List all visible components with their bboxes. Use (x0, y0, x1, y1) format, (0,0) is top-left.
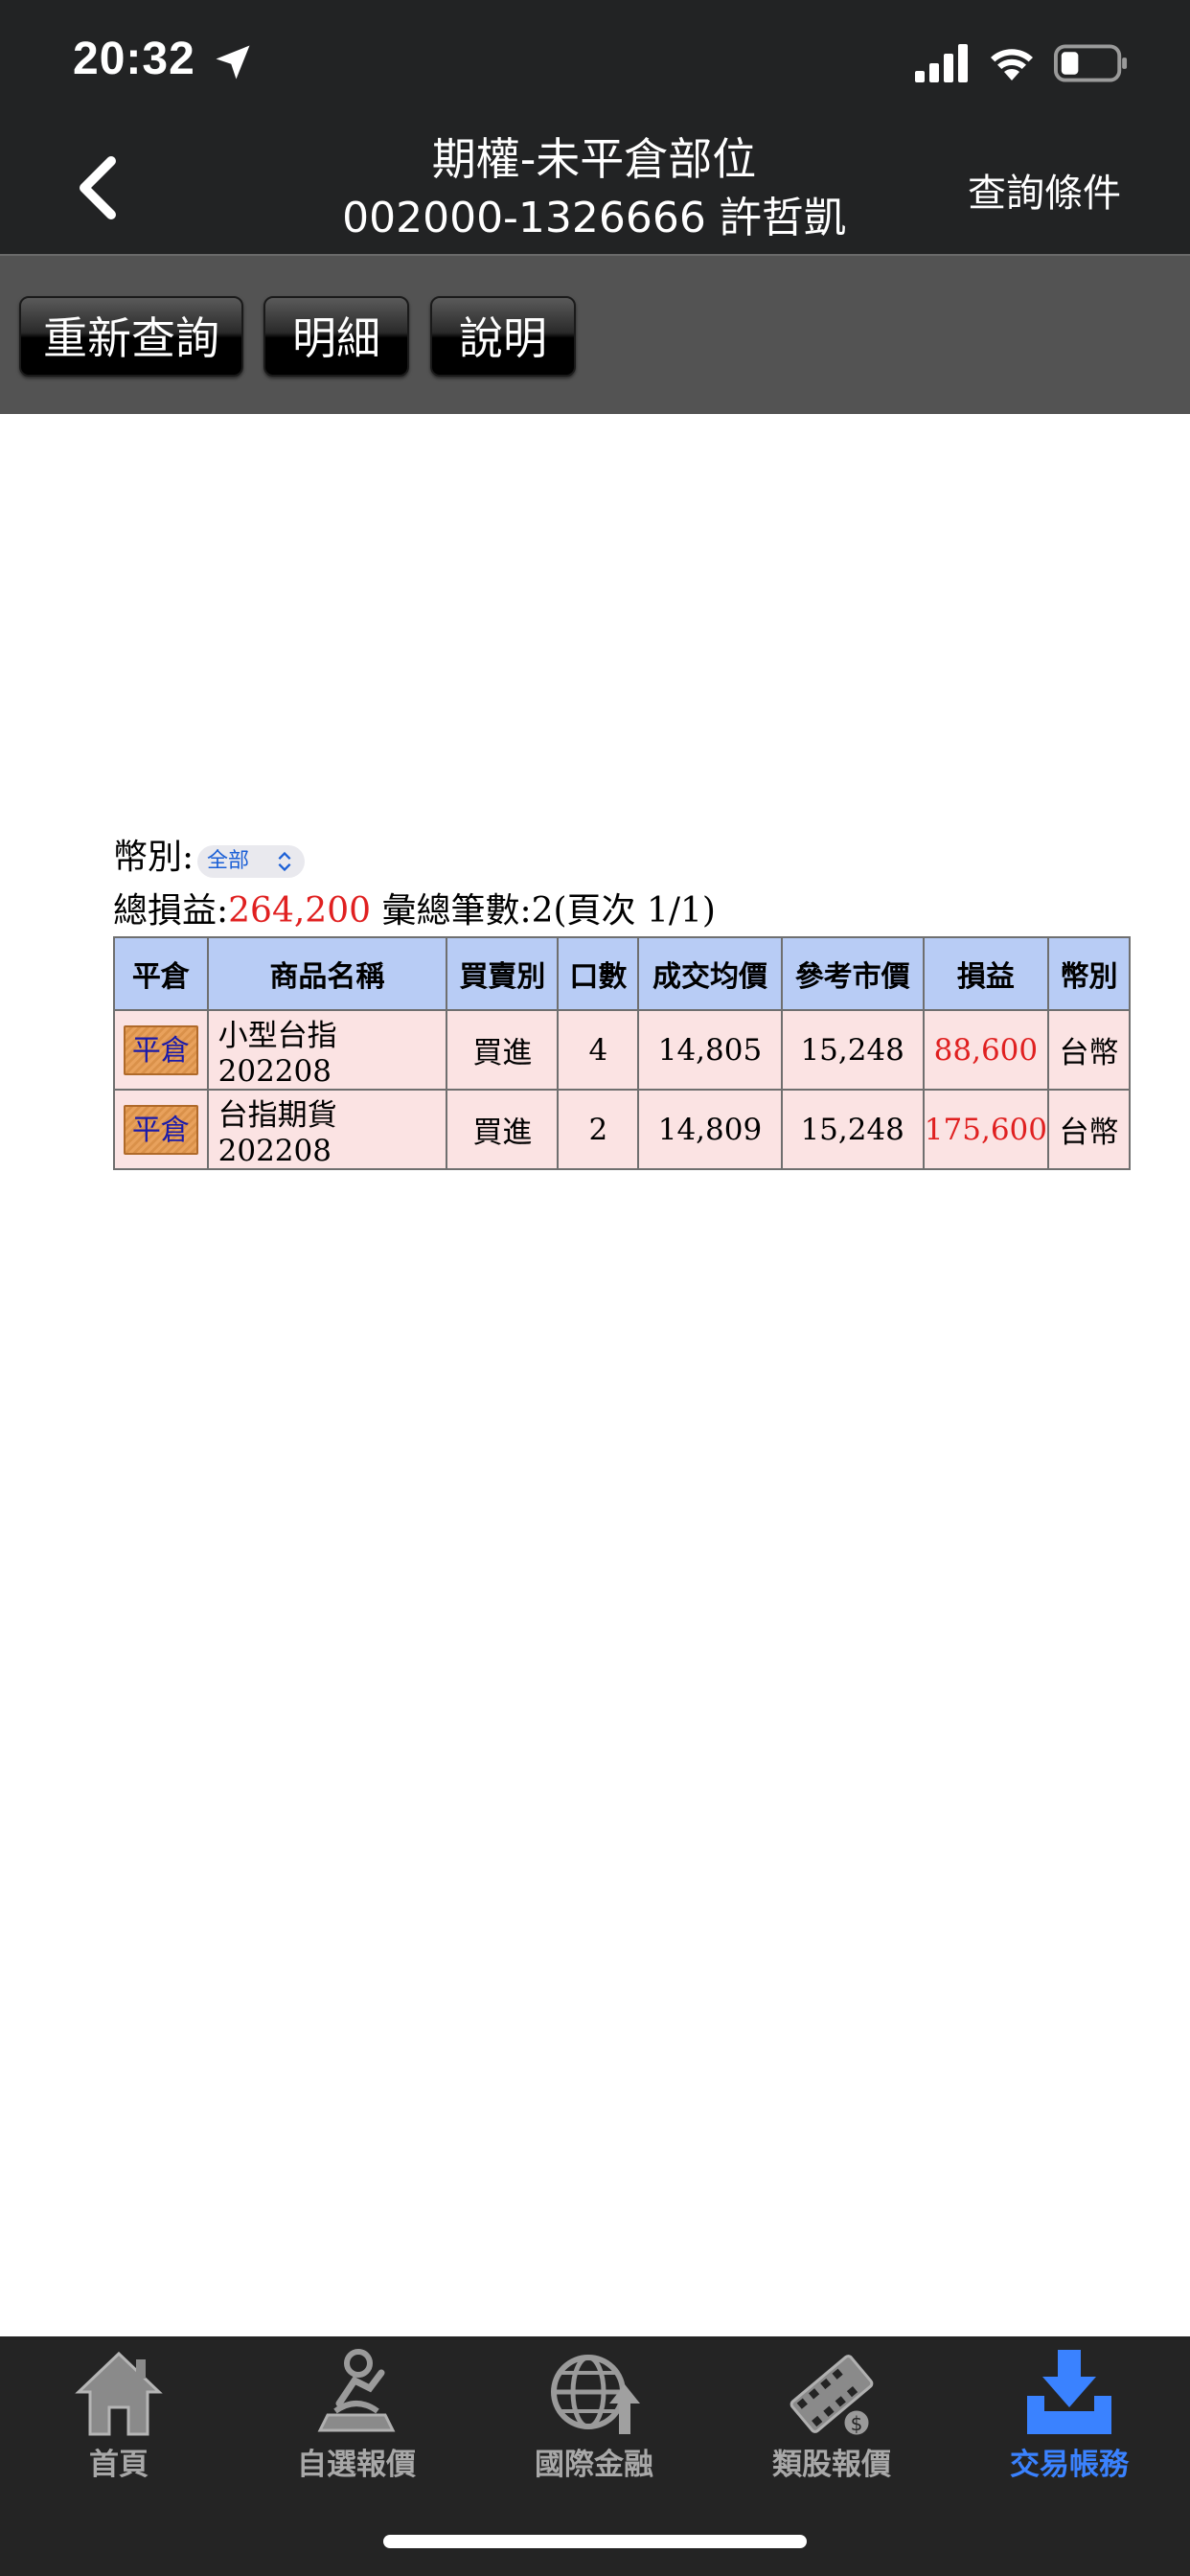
help-button[interactable]: 說明 (430, 296, 576, 377)
tab-trading-account-label: 交易帳務 (1010, 2448, 1129, 2482)
tab-international-label: 國際金融 (535, 2448, 653, 2482)
house-icon (75, 2351, 163, 2436)
query-conditions-button[interactable]: 查詢條件 (968, 165, 1121, 222)
currency: 台幣 (1047, 1009, 1131, 1091)
summary-row: 總損益:264,200 彙總筆數:2(頁次 1/1) (113, 886, 716, 936)
profit-loss: 88,600 (922, 1009, 1050, 1091)
close-cell: 平倉 (113, 1089, 209, 1170)
tab-sector-quotes-label: 類股報價 (772, 2448, 891, 2482)
wifi-icon (991, 49, 1033, 80)
close-cell: 平倉 (113, 1009, 209, 1091)
product-name: 台指期貨 202208 (206, 1089, 448, 1170)
currency: 台幣 (1047, 1089, 1131, 1170)
profit-loss: 175,600 (922, 1089, 1050, 1170)
currency-select-value: 全部 (207, 849, 250, 873)
avg-price: 14,809 (637, 1089, 783, 1170)
back-chevron-icon[interactable] (69, 153, 126, 222)
total-pl-value: 264,200 (228, 891, 372, 931)
select-chevron-icon (278, 851, 291, 872)
page-title: 期權-未平倉部位 (431, 133, 757, 185)
toolbar: 重新查詢 明細 說明 (0, 254, 1190, 414)
tab-watchlist[interactable]: 自選報價 (238, 2336, 475, 2509)
table-header-row: 平倉 商品名稱 買賣別 口數 成交均價 參考市價 損益 幣別 (113, 936, 1131, 1011)
ref-price: 15,248 (780, 1089, 925, 1170)
total-pl-label: 總損益: (113, 891, 229, 931)
record-count: 彙總筆數:2(頁次 1/1) (381, 891, 716, 931)
side: 買進 (446, 1009, 560, 1091)
tab-home[interactable]: 首頁 (0, 2336, 238, 2509)
header-pl: 損益 (922, 936, 1050, 1011)
avg-price: 14,805 (637, 1009, 783, 1091)
location-arrow-icon (216, 45, 250, 80)
header-avg-price: 成交均價 (637, 936, 783, 1011)
requery-button[interactable]: 重新查詢 (19, 296, 243, 377)
close-position-button[interactable]: 平倉 (123, 1104, 198, 1155)
cellular-signal-icon (915, 44, 968, 82)
battery-icon (1054, 44, 1128, 82)
close-position-button[interactable]: 平倉 (123, 1024, 198, 1075)
positions-table: 平倉 商品名稱 買賣別 口數 成交均價 參考市價 損益 幣別 平倉 小型台指 2… (113, 936, 1131, 1170)
tab-international[interactable]: 國際金融 (475, 2336, 713, 2509)
header-close: 平倉 (113, 936, 209, 1011)
tab-home-label: 首頁 (89, 2448, 149, 2482)
ref-price: 15,248 (780, 1009, 925, 1091)
header-side: 買賣別 (446, 936, 560, 1011)
currency-filter-label: 幣別: (113, 838, 195, 877)
header-qty: 口數 (557, 936, 640, 1011)
currency-select[interactable]: 全部 (197, 845, 305, 878)
tab-sector-quotes[interactable]: $ 類股報價 (713, 2336, 950, 2509)
download-tray-icon (1027, 2350, 1111, 2434)
header-currency: 幣別 (1047, 936, 1131, 1011)
product-name: 小型台指 202208 (206, 1009, 448, 1091)
header-ref-price: 參考市價 (780, 936, 925, 1011)
tab-trading-account[interactable]: 交易帳務 (950, 2336, 1188, 2509)
table-row: 平倉 台指期貨 202208 買進 2 14,809 15,248 175,60… (113, 1089, 1131, 1170)
table-row: 平倉 小型台指 202208 買進 4 14,805 15,248 88,600… (113, 1009, 1131, 1091)
status-time: 20:32 (73, 34, 195, 84)
qty: 2 (557, 1089, 640, 1170)
side: 買進 (446, 1089, 560, 1170)
person-desk-icon (317, 2349, 396, 2432)
qty: 4 (557, 1009, 640, 1091)
tab-watchlist-label: 自選報價 (297, 2448, 416, 2482)
svg-text:$: $ (851, 2412, 863, 2435)
detail-button[interactable]: 明細 (263, 296, 409, 377)
film-coin-icon: $ (790, 2355, 874, 2438)
top-bar: 20:32 期權-未平倉部位 002000-1326666 許哲凱 查詢條件 (0, 0, 1190, 254)
globe-up-icon (551, 2355, 640, 2434)
header-product-name: 商品名稱 (206, 936, 448, 1011)
home-indicator (383, 2535, 807, 2548)
account-subtitle: 002000-1326666 許哲凱 (342, 194, 846, 242)
